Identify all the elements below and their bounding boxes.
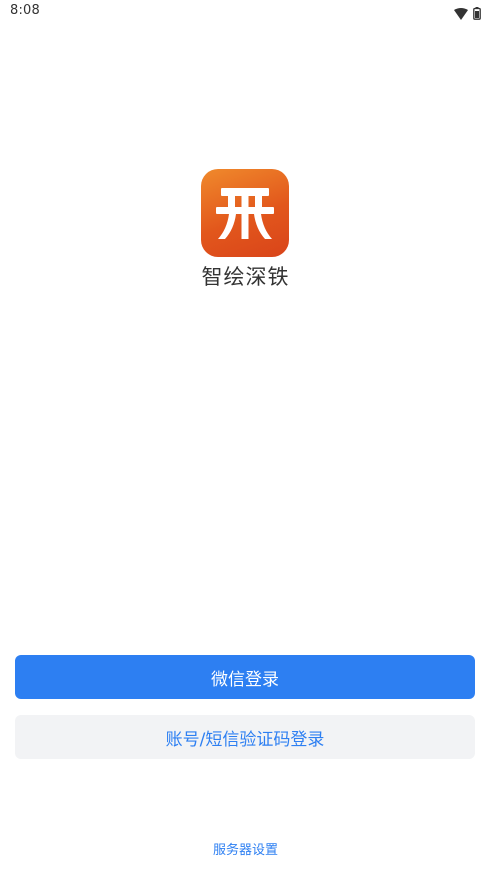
account-sms-login-button[interactable]: 账号/短信验证码登录 [15, 715, 475, 759]
account-sms-login-label: 账号/短信验证码登录 [165, 729, 325, 750]
status-time: 8:08 [10, 3, 40, 18]
wechat-login-button[interactable]: 微信登录 [15, 655, 475, 699]
battery-icon [473, 5, 481, 24]
server-settings-link[interactable]: 服务器设置 [0, 839, 491, 858]
status-bar: 8:08 [0, 0, 491, 24]
wifi-icon [454, 5, 468, 24]
wechat-login-label: 微信登录 [211, 669, 279, 690]
metro-logo-icon [201, 169, 289, 257]
app-name: 智绘深铁 [201, 265, 290, 289]
status-icons [454, 5, 481, 24]
